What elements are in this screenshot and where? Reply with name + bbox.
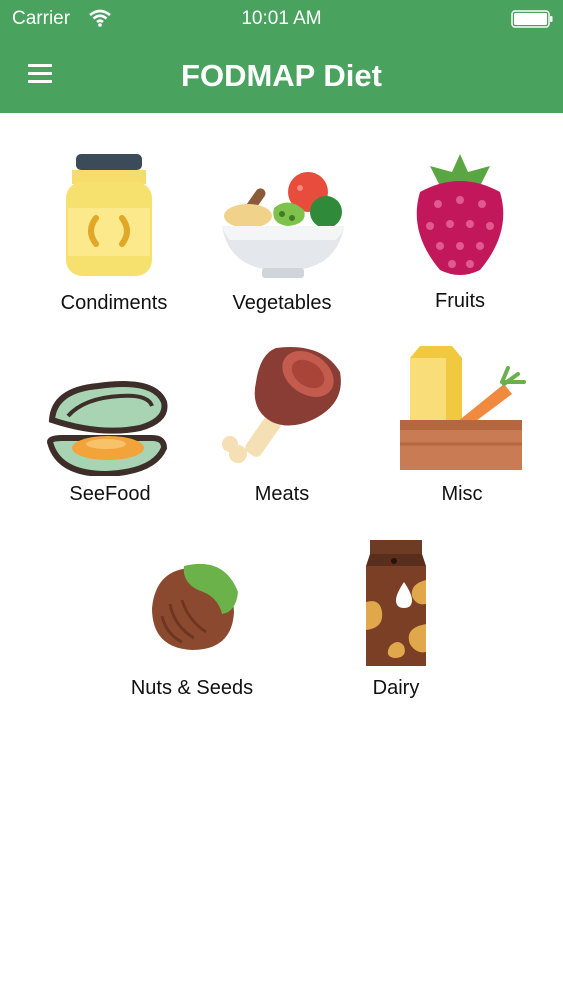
hazelnut-icon	[152, 563, 238, 650]
category-nuts-seeds[interactable]: Nuts & Seeds	[92, 540, 292, 710]
page-title: FODMAP Diet	[181, 58, 382, 93]
category-label: Fruits	[435, 290, 485, 312]
category-label: Misc	[441, 483, 483, 505]
category-vegetables[interactable]: Vegetables	[182, 140, 382, 320]
app-header: Carrier 10:01 AM FODMAP Diet	[0, 0, 563, 113]
category-label: Dairy	[372, 677, 420, 699]
category-label: Vegetables	[232, 292, 332, 314]
grocery-crate-icon	[400, 346, 526, 470]
battery-icon	[511, 10, 553, 28]
category-misc[interactable]: Misc	[362, 340, 562, 510]
category-dairy[interactable]: Dairy	[296, 540, 496, 710]
clock: 10:01 AM	[241, 8, 322, 29]
milk-carton-icon	[366, 540, 426, 666]
category-label: SeeFood	[69, 483, 151, 505]
jar-icon	[66, 154, 152, 276]
ham-leg-icon	[222, 347, 341, 463]
category-seafood[interactable]: SeeFood	[10, 340, 210, 510]
status-bar: Carrier 10:01 AM	[0, 0, 563, 40]
category-label: Nuts & Seeds	[130, 677, 254, 699]
mussel-icon	[46, 381, 168, 476]
salad-bowl-icon	[222, 172, 344, 278]
category-label: Meats	[254, 483, 310, 505]
category-meats[interactable]: Meats	[182, 340, 382, 510]
category-fruits[interactable]: Fruits	[360, 140, 560, 320]
raspberry-icon	[416, 154, 504, 275]
